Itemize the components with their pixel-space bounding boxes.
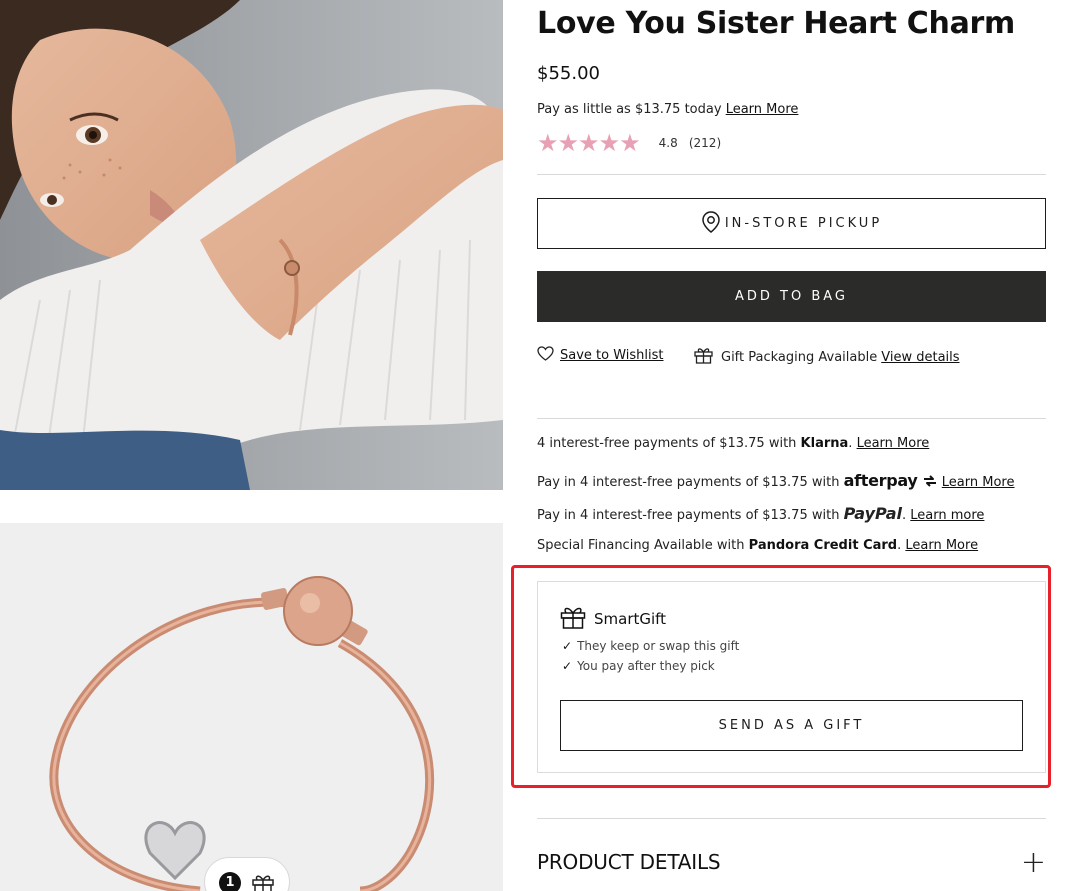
- klarna-suffix: .: [848, 436, 853, 451]
- financing-suffix: .: [897, 538, 902, 553]
- financing-learn-more-link[interactable]: Learn More: [905, 538, 978, 553]
- in-store-pickup-button[interactable]: IN-STORE PICKUP: [537, 198, 1046, 249]
- divider: [537, 818, 1046, 819]
- divider: [537, 174, 1046, 175]
- model-photo-illustration: [0, 0, 503, 490]
- product-gallery: 1: [0, 0, 503, 891]
- afterpay-learn-more-link[interactable]: Learn More: [942, 475, 1015, 490]
- in-store-pickup-label: IN-STORE PICKUP: [724, 216, 883, 231]
- check-icon: ✓: [562, 639, 573, 653]
- gift-icon: [251, 872, 275, 891]
- paypal-learn-more-link[interactable]: Learn more: [910, 508, 984, 523]
- gift-packaging-text: Gift Packaging Available: [721, 349, 878, 365]
- rating-count: (212): [688, 136, 722, 150]
- heart-icon: [537, 346, 554, 365]
- rating-summary[interactable]: ★★★★★ 4.8 (212): [537, 129, 722, 157]
- paypal-logo: PayPal: [843, 504, 902, 523]
- send-as-gift-button[interactable]: SEND AS A GIFT: [560, 700, 1023, 751]
- expand-plus-icon[interactable]: +: [1021, 848, 1046, 878]
- bracelet-photo-illustration: [0, 523, 503, 891]
- compare-badge[interactable]: 1: [204, 857, 290, 891]
- smartgift-check-item: ✓ You pay after they pick: [562, 659, 715, 673]
- smartgift-box: SmartGift ✓ They keep or swap this gift ✓…: [537, 581, 1046, 773]
- klarna-learn-more-link[interactable]: Learn More: [857, 436, 930, 451]
- pay-little-learn-more-link[interactable]: Learn More: [726, 102, 799, 117]
- klarna-payment-line: 4 interest-free payments of $13.75 with …: [537, 436, 929, 451]
- afterpay-arrows-icon: [922, 475, 942, 490]
- map-pin-icon: [701, 210, 721, 238]
- bracelet-photo[interactable]: [0, 523, 503, 891]
- afterpay-text: Pay in 4 interest-free payments of $13.7…: [537, 475, 844, 490]
- gift-icon: [694, 346, 713, 368]
- product-price: $55.00: [537, 63, 600, 84]
- model-photo[interactable]: [0, 0, 503, 490]
- financing-line: Special Financing Available with Pandora…: [537, 538, 978, 553]
- product-details-heading: PRODUCT DETAILS: [537, 850, 721, 874]
- pay-little-text: Pay as little as $13.75 today: [537, 102, 722, 117]
- star-rating-icon: ★★★★★: [537, 129, 641, 157]
- rating-value: 4.8: [658, 136, 678, 150]
- gift-icon: [560, 605, 586, 633]
- pay-little-line: Pay as little as $13.75 today Learn More: [537, 102, 798, 117]
- check-icon: ✓: [562, 659, 573, 673]
- paypal-suffix: .: [902, 508, 907, 523]
- financing-text: Special Financing Available with: [537, 538, 749, 553]
- afterpay-logo: afterpay: [843, 471, 918, 490]
- pandora-credit-card-name: Pandora Credit Card: [748, 538, 898, 553]
- divider: [537, 418, 1046, 419]
- product-details-accordion[interactable]: PRODUCT DETAILS +: [537, 848, 1046, 880]
- compare-count: 1: [219, 872, 241, 891]
- save-to-wishlist-button[interactable]: Save to Wishlist: [537, 346, 664, 365]
- add-to-bag-label: ADD TO BAG: [734, 289, 848, 304]
- smartgift-check-text: They keep or swap this gift: [577, 639, 740, 653]
- paypal-text: Pay in 4 interest-free payments of $13.7…: [537, 508, 844, 523]
- gift-packaging-view-details-link[interactable]: View details: [881, 350, 959, 365]
- smartgift-header: SmartGift: [560, 605, 666, 633]
- send-as-gift-label: SEND AS A GIFT: [718, 718, 865, 733]
- paypal-payment-line: Pay in 4 interest-free payments of $13.7…: [537, 504, 984, 523]
- product-title: Love You Sister Heart Charm: [537, 6, 1015, 41]
- save-to-wishlist-link[interactable]: Save to Wishlist: [560, 348, 664, 363]
- klarna-text: 4 interest-free payments of $13.75 with: [537, 436, 801, 451]
- afterpay-payment-line: Pay in 4 interest-free payments of $13.7…: [537, 471, 1015, 490]
- gift-packaging-info: Gift Packaging Available View details: [694, 346, 960, 368]
- smartgift-check-text: You pay after they pick: [577, 659, 715, 673]
- klarna-logo: Klarna: [800, 436, 849, 451]
- smartgift-title: SmartGift: [594, 610, 667, 628]
- add-to-bag-button[interactable]: ADD TO BAG: [537, 271, 1046, 322]
- smartgift-check-item: ✓ They keep or swap this gift: [562, 639, 739, 653]
